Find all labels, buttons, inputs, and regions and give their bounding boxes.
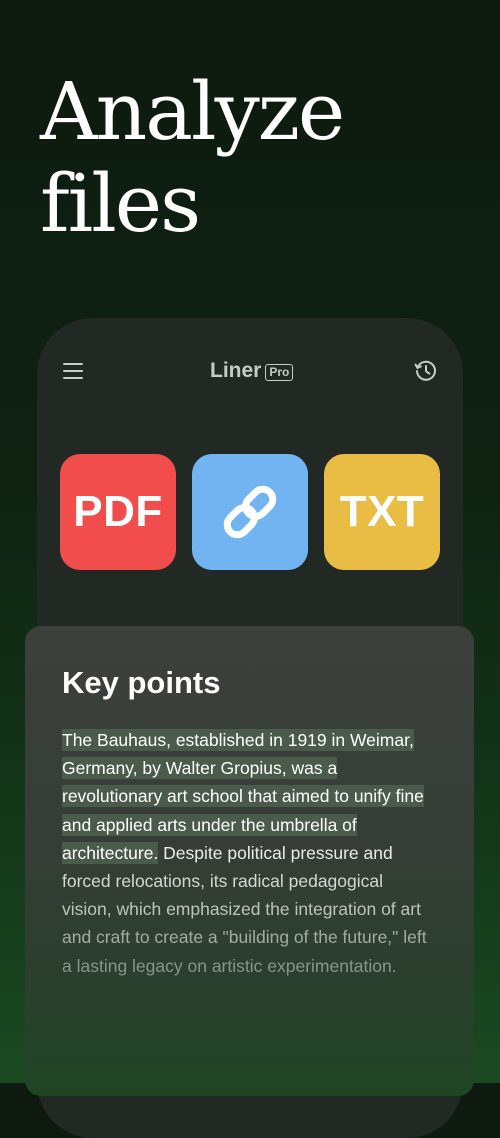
brand-name: Liner <box>210 359 262 382</box>
key-points-text: The Bauhaus, established in 1919 in Weim… <box>62 726 440 980</box>
pro-badge: Pro <box>265 363 294 381</box>
summary-line: and craft to create a "building of the f… <box>62 927 427 948</box>
menu-bar-middle <box>63 370 83 372</box>
summary-line: a lasting legacy on artistic experimenta… <box>62 955 397 976</box>
pdf-label: PDF <box>73 487 163 536</box>
link-upload-button[interactable] <box>192 454 308 570</box>
txt-label: TXT <box>339 487 425 536</box>
summary-line: Germany, by Walter Gropius, was a <box>62 754 440 782</box>
highlighted-text: Germany, by Walter Gropius, was a <box>62 757 338 780</box>
menu-bar-top <box>63 363 83 365</box>
summary-line: The Bauhaus, established in 1919 in Weim… <box>62 726 440 754</box>
app-logo: Liner Pro <box>210 358 294 384</box>
highlighted-text: architecture. <box>62 841 159 864</box>
key-points-title: Key points <box>62 665 221 700</box>
menu-bar-bottom <box>63 377 83 379</box>
link-chain-icon <box>223 485 277 539</box>
hero-title-line-2: files <box>40 157 201 250</box>
summary-text: Despite political pressure and <box>158 842 393 863</box>
hamburger-menu-icon[interactable] <box>61 359 87 383</box>
summary-line: and applied arts under the umbrella of <box>62 811 440 839</box>
summary-line: vision, which emphasized the integration… <box>62 899 421 920</box>
history-clock-icon[interactable] <box>413 358 439 384</box>
highlighted-text: revolutionary art school that aimed to u… <box>62 785 424 808</box>
summary-line: revolutionary art school that aimed to u… <box>62 782 440 810</box>
summary-line: architecture. Despite political pressure… <box>62 839 440 867</box>
pdf-upload-button[interactable]: PDF <box>60 454 176 570</box>
highlighted-text: and applied arts under the umbrella of <box>62 813 357 836</box>
hero-title-line-1: Analyze <box>40 65 345 158</box>
txt-upload-button[interactable]: TXT <box>324 454 440 570</box>
highlighted-text: The Bauhaus, established in 1919 in Weim… <box>62 729 414 751</box>
hero-title: Analyze files <box>40 65 345 250</box>
history-clock-svg <box>414 360 436 381</box>
summary-line: forced relocations, its radical pedagogi… <box>62 871 384 892</box>
